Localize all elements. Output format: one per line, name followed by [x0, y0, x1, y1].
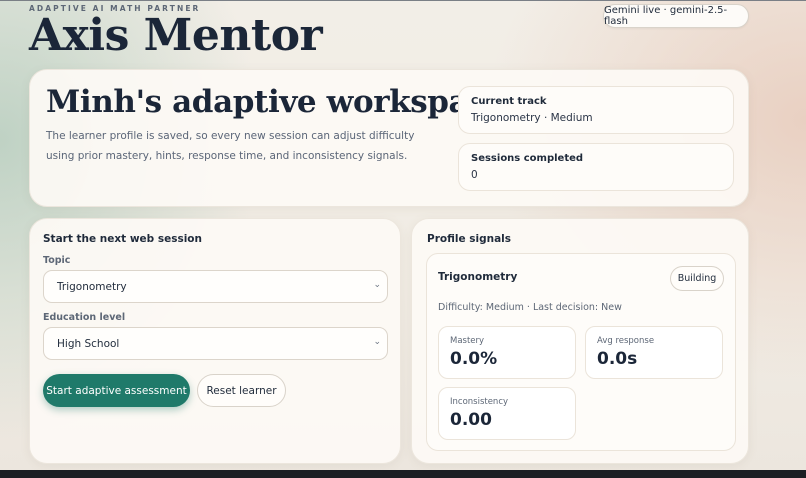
status-badge: Building: [670, 266, 724, 291]
session-form-title: Start the next web session: [43, 233, 202, 245]
workspace-description: The learner profile is saved, so every n…: [46, 130, 415, 162]
metric-label: Avg response: [597, 336, 655, 346]
workspace-title: Minh's adaptive workspace: [46, 84, 507, 120]
current-track-card: Current track Trigonometry · Medium: [458, 86, 734, 134]
difficulty-meta: Difficulty: Medium · Last decision: New: [438, 302, 622, 313]
topic-select-value: Trigonometry: [57, 280, 127, 293]
metric-label: Inconsistency: [450, 397, 509, 407]
sessions-card: Sessions completed 0: [458, 143, 734, 191]
profile-signals-title: Profile signals: [427, 233, 512, 245]
mastery-metric: Mastery 0.0%: [438, 326, 576, 379]
topic-select[interactable]: Trigonometry ⌄: [43, 270, 388, 303]
topic-label: Topic: [43, 255, 71, 266]
inconsistency-metric: Inconsistency 0.00: [438, 387, 576, 440]
current-track-label: Current track: [471, 96, 547, 107]
topic-signals-card: Trigonometry Building Difficulty: Medium…: [426, 253, 736, 451]
start-assessment-button[interactable]: Start adaptive assessment: [43, 374, 190, 407]
model-status-pill: Gemini live · gemini-2.5-flash: [603, 4, 749, 28]
session-form-panel: Start the next web session Topic Trigono…: [29, 218, 401, 464]
metric-label: Mastery: [450, 336, 485, 346]
reset-learner-button[interactable]: Reset learner: [197, 374, 286, 407]
metric-value: 0.0%: [450, 349, 498, 369]
chevron-down-icon: ⌄: [373, 337, 381, 347]
education-select-value: High School: [57, 337, 120, 350]
education-label: Education level: [43, 312, 126, 323]
top-border: [0, 0, 806, 1]
sessions-value: 0: [471, 169, 478, 181]
chevron-down-icon: ⌄: [373, 280, 381, 290]
taskbar: [0, 470, 806, 478]
sessions-label: Sessions completed: [471, 153, 584, 164]
signals-topic: Trigonometry: [438, 271, 518, 283]
metric-value: 0.0s: [597, 349, 638, 369]
metric-value: 0.00: [450, 410, 492, 430]
profile-signals-panel: Profile signals Trigonometry Building Di…: [411, 218, 749, 464]
avg-response-metric: Avg response 0.0s: [585, 326, 723, 379]
workspace-hero: Minh's adaptive workspace The learner pr…: [29, 69, 749, 207]
brand-title: Axis Mentor: [29, 10, 323, 61]
education-select[interactable]: High School ⌄: [43, 327, 388, 360]
current-track-value: Trigonometry · Medium: [471, 112, 593, 124]
